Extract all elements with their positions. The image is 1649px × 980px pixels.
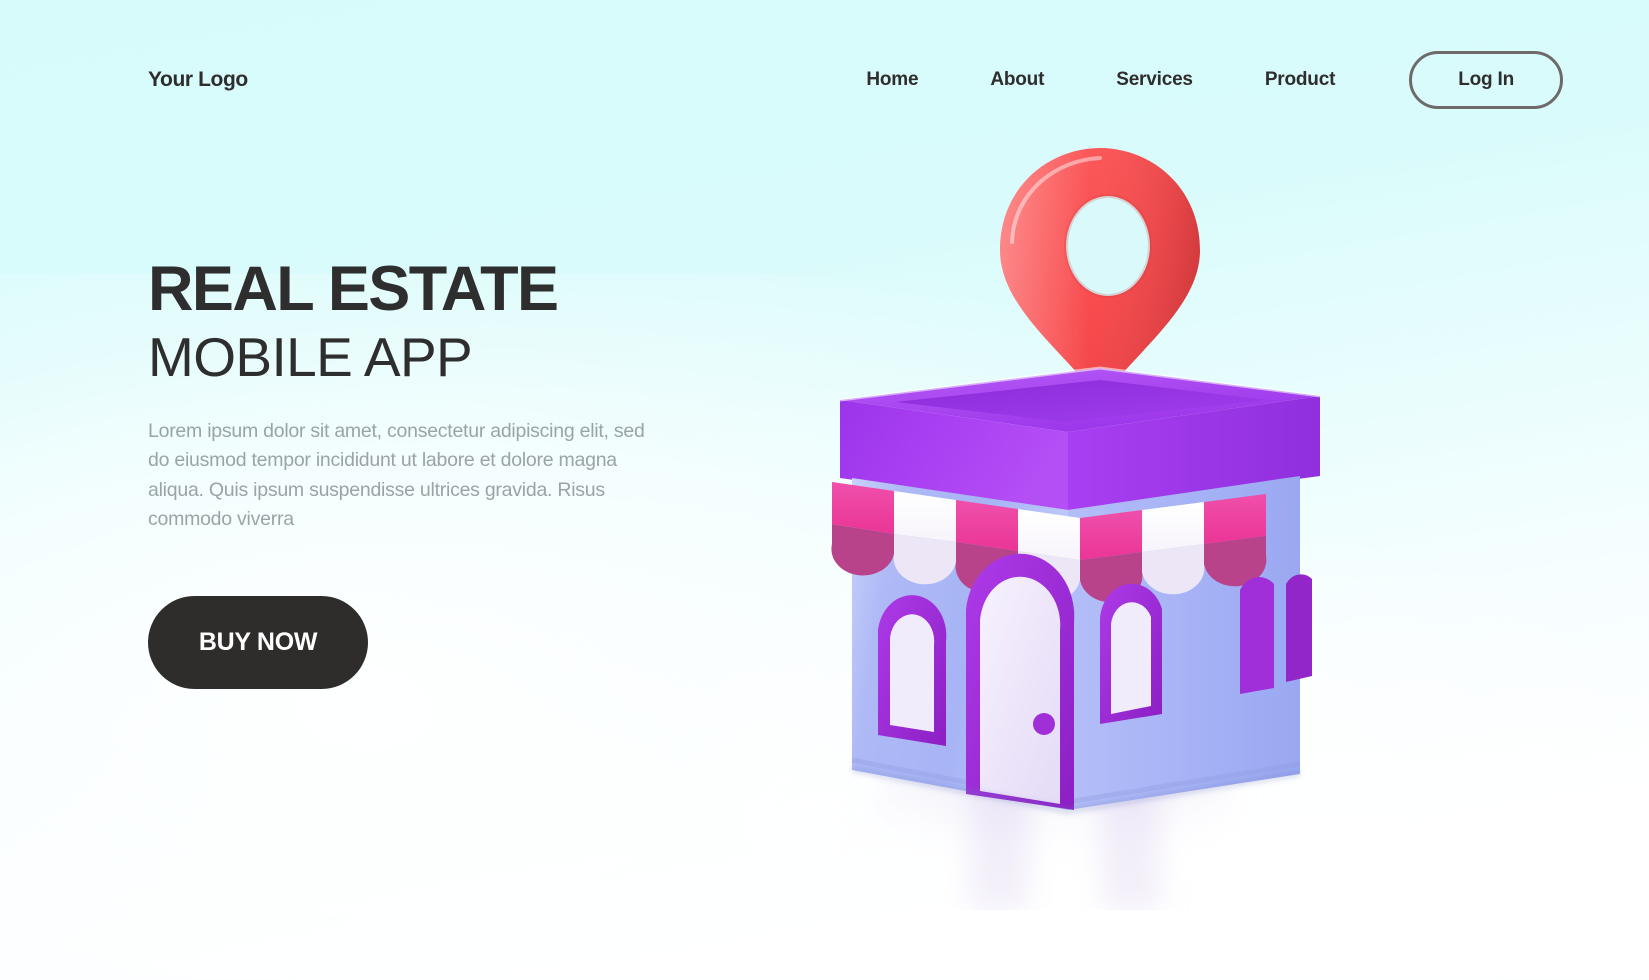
hero-section: REAL ESTATE MOBILE APP Lorem ipsum dolor… xyxy=(148,258,708,535)
hero-title-primary: REAL ESTATE xyxy=(148,254,559,324)
site-header: Your Logo Home About Services Product Lo… xyxy=(0,0,1649,160)
site-logo[interactable]: Your Logo xyxy=(148,68,248,92)
buy-now-button[interactable]: BUY NOW xyxy=(148,596,368,689)
nav-item-services[interactable]: Services xyxy=(1116,61,1193,99)
location-pin-icon xyxy=(1000,148,1200,400)
shop-window-left xyxy=(878,595,947,746)
login-button[interactable]: Log In xyxy=(1409,51,1563,109)
hero-description: Lorem ipsum dolor sit amet, consectetur … xyxy=(148,419,645,531)
hero-illustration xyxy=(800,110,1360,910)
shop-door[interactable] xyxy=(966,553,1075,810)
nav-item-home[interactable]: Home xyxy=(866,61,918,99)
main-navigation: Home About Services Product Log In xyxy=(866,51,1563,109)
nav-item-about[interactable]: About xyxy=(990,61,1044,99)
nav-item-product[interactable]: Product xyxy=(1265,61,1336,99)
hero-title-secondary: MOBILE APP xyxy=(148,326,473,388)
shop-window-right xyxy=(1100,583,1162,724)
door-knob-icon[interactable] xyxy=(1033,713,1055,735)
